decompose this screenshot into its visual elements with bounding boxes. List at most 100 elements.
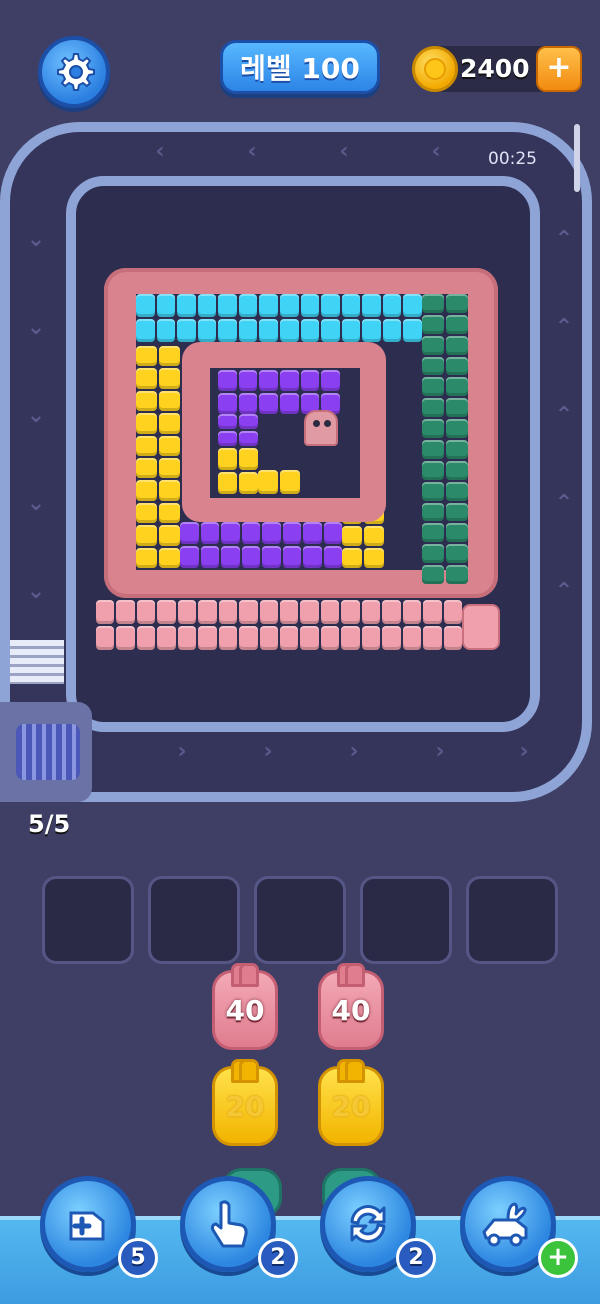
block-cell [364, 525, 384, 546]
booster-count-badge: 2 [258, 1238, 298, 1278]
track-arrow-right-icon: › [435, 739, 445, 764]
block-cell [362, 294, 381, 317]
block-cell [422, 398, 444, 418]
track-arrow-left-icon: ‹ [155, 139, 165, 164]
block-cell [157, 600, 176, 624]
block-cell [282, 522, 301, 544]
block-cell [422, 335, 444, 355]
block-cell [259, 294, 278, 317]
block-cell [422, 523, 444, 543]
pig-shooter[interactable]: 20 [212, 1059, 278, 1146]
pig-shooter[interactable]: 40 [212, 963, 278, 1050]
block-cell [402, 626, 422, 650]
block-cell [116, 626, 135, 650]
shuffle-icon [350, 1205, 386, 1243]
block-cell [241, 522, 260, 544]
block-cell [422, 481, 444, 501]
block-cell [136, 319, 155, 342]
block-cell [446, 335, 468, 355]
track-arrow-left-icon: ‹ [247, 139, 257, 164]
green-block-group [422, 294, 468, 584]
block-cell [300, 600, 319, 624]
block-cell [96, 600, 115, 624]
booster-count-badge: 5 [118, 1238, 158, 1278]
block-cell [422, 502, 444, 522]
holding-slot[interactable] [42, 876, 134, 964]
block-cell [321, 370, 340, 391]
block-cell [446, 523, 468, 543]
block-cell [280, 600, 299, 624]
buy-coins-button[interactable]: + [536, 46, 582, 92]
purple-block-group [218, 370, 340, 414]
block-cell [136, 480, 157, 501]
add-booster-button[interactable]: + [538, 1238, 578, 1278]
gear-icon [57, 53, 95, 91]
block-cell [200, 522, 219, 544]
block-cell [177, 294, 196, 317]
block-cell [403, 294, 422, 317]
holding-slot[interactable] [360, 876, 452, 964]
holding-slot[interactable] [148, 876, 240, 964]
block-cell [446, 294, 468, 313]
block-cell [321, 294, 340, 317]
block-cell [282, 546, 301, 568]
pointer-hand-icon [210, 1200, 248, 1248]
block-cell [422, 294, 444, 313]
pig-shooter[interactable]: 20 [318, 1059, 384, 1146]
track-arrow-down-icon: ⌄ [26, 579, 46, 604]
block-cell [200, 546, 219, 568]
scrollbar[interactable] [574, 124, 580, 192]
block-cell [259, 600, 278, 624]
block-cell [382, 294, 402, 317]
block-cell [300, 294, 320, 317]
block-cell [198, 600, 217, 624]
feeder-ramp [10, 640, 64, 684]
block-cell [422, 377, 444, 397]
block-cell [116, 600, 135, 624]
block-cell [136, 390, 157, 412]
block-cell [443, 626, 462, 650]
block-cell [159, 413, 180, 434]
block-cell [218, 319, 237, 342]
block-cell [279, 393, 299, 414]
block-cell [238, 294, 258, 317]
block-cell [159, 435, 180, 456]
block-cell [218, 626, 238, 650]
block-cell [239, 472, 258, 494]
block-cell [341, 319, 361, 342]
block-cell [177, 626, 197, 650]
block-cell [300, 626, 319, 650]
track-arrow-right-icon: › [177, 739, 187, 764]
block-cell [239, 431, 258, 446]
track-arrow-down-icon: ⌄ [26, 315, 46, 340]
yellow-block-group [218, 448, 258, 494]
block-cell [422, 356, 444, 376]
block-cell [259, 370, 278, 391]
block-cell [218, 431, 237, 446]
coin-icon-center [424, 58, 446, 80]
holding-slot[interactable] [466, 876, 558, 964]
block-cell [423, 626, 442, 650]
block-cell [362, 319, 381, 342]
settings-button[interactable] [38, 36, 110, 108]
block-cell [422, 440, 444, 459]
level-text: 레벨 100 [240, 52, 360, 85]
track-arrow-right-icon: › [519, 739, 529, 764]
timer: 00:25 [488, 149, 537, 169]
booster-count-badge: 2 [396, 1238, 436, 1278]
pig-value: 40 [331, 993, 371, 1027]
block-cell [262, 546, 281, 568]
block-cell [341, 294, 361, 317]
pig-shooter[interactable]: 40 [318, 963, 384, 1050]
coin-amount: 2400 [460, 54, 530, 83]
block-cell [259, 319, 278, 342]
block-cell [382, 319, 402, 342]
track-arrow-left-icon: ‹ [339, 139, 349, 164]
holding-slot[interactable] [254, 876, 346, 964]
block-cell [382, 600, 401, 624]
block-cell [180, 546, 199, 568]
track-arrow-right-icon: › [349, 739, 359, 764]
pink-block-group [96, 600, 462, 650]
block-cell [422, 460, 444, 480]
block-cell [422, 314, 444, 334]
